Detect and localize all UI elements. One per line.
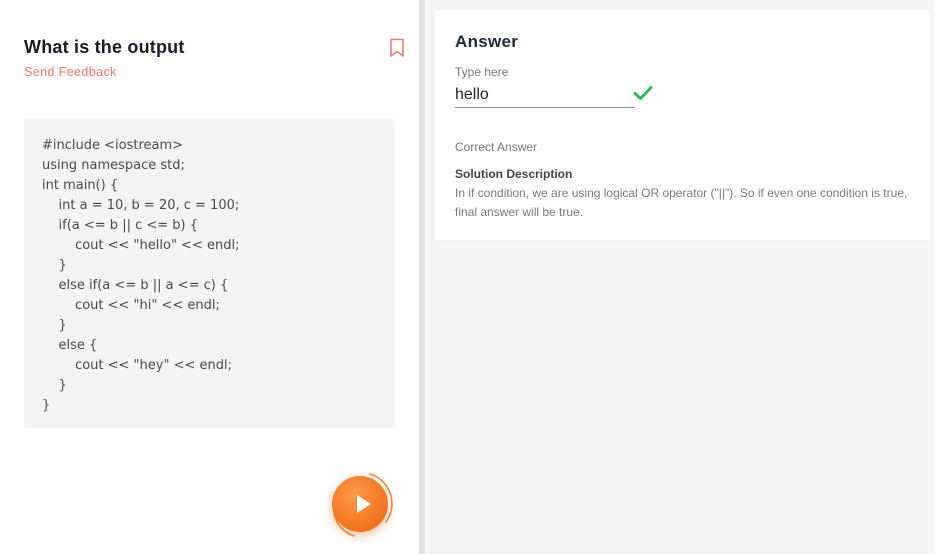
- play-icon: [357, 495, 371, 513]
- code-line: #include <iostream>: [42, 138, 184, 153]
- code-block: #include <iostream> using namespace std;…: [24, 119, 395, 428]
- check-icon: [633, 86, 653, 100]
- code-line: else {: [42, 338, 98, 353]
- play-circle[interactable]: [332, 476, 388, 532]
- code-line: int main() {: [42, 178, 119, 193]
- code-line: cout << "hi" << endl;: [42, 298, 220, 313]
- bookmark-icon[interactable]: [389, 38, 405, 58]
- code-line: else if(a <= b || a <= c) {: [42, 278, 229, 293]
- play-button[interactable]: [326, 470, 394, 540]
- answer-heading: Answer: [455, 32, 519, 51]
- answer-input-label: Type here: [455, 65, 509, 79]
- solution-title: Solution Description: [455, 167, 573, 181]
- code-line: int a = 10, b = 20, c = 100;: [42, 198, 240, 213]
- code-line: }: [42, 318, 67, 333]
- code-line: }: [42, 378, 67, 393]
- code-line: cout << "hello" << endl;: [42, 238, 240, 253]
- answer-card: Answer Type here Correct Answer Solution…: [435, 10, 930, 240]
- code-line: if(a <= b || c <= b) {: [42, 218, 199, 233]
- solution-description: In if condition, we are using logical OR…: [455, 186, 908, 219]
- question-title: What is the output: [24, 37, 185, 57]
- right-edge: [934, 0, 941, 554]
- send-feedback-link[interactable]: Send Feedback: [24, 65, 117, 79]
- question-panel: What is the output Send Feedback #includ…: [0, 0, 419, 554]
- answer-input[interactable]: [455, 83, 635, 108]
- code-line: cout << "hey" << endl;: [42, 358, 232, 373]
- code-line: }: [42, 258, 67, 273]
- code-line: using namespace std;: [42, 158, 185, 173]
- correct-answer-label: Correct Answer: [455, 140, 538, 154]
- code-line: }: [42, 398, 51, 413]
